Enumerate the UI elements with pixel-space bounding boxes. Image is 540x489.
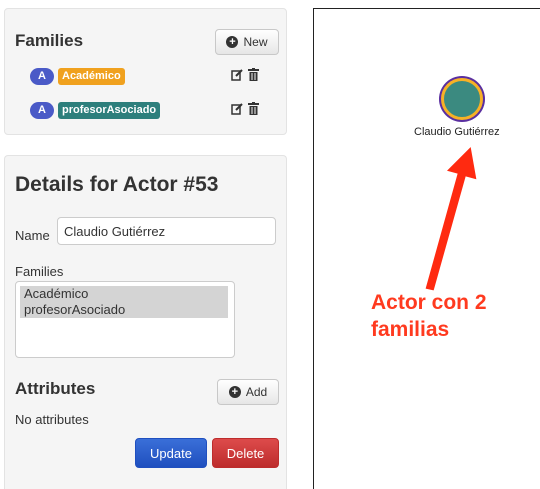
families-option[interactable]: Académico: [20, 286, 228, 302]
name-label: Name: [15, 228, 50, 243]
trash-icon[interactable]: [248, 102, 259, 115]
details-title: Details for Actor #53: [15, 173, 219, 196]
annotation-line: familias: [371, 318, 450, 341]
family-row-actions: [231, 68, 259, 81]
add-attribute-button[interactable]: + Add: [217, 379, 279, 405]
plus-circle-icon: +: [228, 386, 241, 398]
families-label: Families: [15, 264, 64, 279]
families-title: Families: [15, 31, 84, 50]
edit-icon[interactable]: [231, 102, 243, 115]
attributes-title: Attributes: [15, 379, 96, 398]
family-row: A Académico: [30, 66, 125, 86]
name-input[interactable]: [57, 217, 276, 245]
update-button[interactable]: Update: [135, 438, 207, 468]
details-panel: Details for Actor #53 Name Families Acad…: [4, 155, 287, 489]
families-option[interactable]: profesorAsociado: [20, 302, 228, 318]
family-row: A profesorAsociado: [30, 100, 161, 120]
annotation-line: Actor con 2: [371, 291, 487, 314]
families-multiselect[interactable]: Académico profesorAsociado: [15, 281, 235, 358]
annotation-text: Actor con 2 familias: [371, 289, 487, 343]
delete-button[interactable]: Delete: [212, 438, 279, 468]
add-button-label: Add: [245, 385, 268, 399]
family-badge: A: [30, 67, 54, 85]
new-button-label: New: [243, 35, 268, 49]
family-row-actions: [231, 102, 259, 115]
new-family-button[interactable]: + New: [215, 29, 279, 55]
arrow-icon: [424, 144, 478, 292]
no-attributes-text: No attributes: [15, 412, 89, 427]
trash-icon[interactable]: [248, 68, 259, 81]
family-badge: A: [30, 101, 54, 119]
family-tag-profesorasociado: profesorAsociado: [58, 101, 161, 119]
plus-circle-icon: +: [226, 36, 239, 48]
edit-icon[interactable]: [231, 68, 243, 81]
families-panel: Families + New A Académico A profesorAso…: [4, 8, 287, 135]
graph-canvas[interactable]: Claudio Gutiérrez Actor con 2 familias: [313, 8, 540, 489]
family-tag-academico: Académico: [58, 67, 125, 85]
